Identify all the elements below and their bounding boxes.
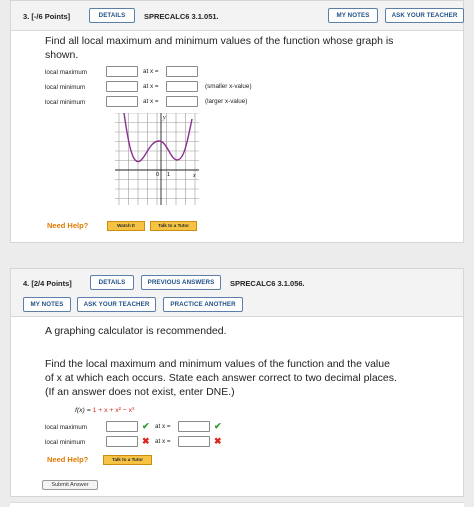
local-max-x-input[interactable] [178,421,210,432]
previous-answers-button[interactable]: PREVIOUS ANSWERS [141,275,221,290]
at-x-label: at x = [143,83,159,90]
practice-another-button[interactable]: PRACTICE ANOTHER [163,297,243,312]
correct-check-icon: ✔ [214,421,222,431]
my-notes-button[interactable]: MY NOTES [23,297,71,312]
details-button[interactable]: DETAILS [89,8,135,23]
question-prompt: Find the local maximum and minimum value… [45,358,397,398]
calculator-note: A graphing calculator is recommended. [45,325,227,337]
local-max-label: local maximum [45,69,87,76]
x-axis-label: x [192,173,196,179]
correct-check-icon: ✔ [142,421,150,431]
local-max-value-input[interactable] [106,421,138,432]
local-min-x-input[interactable] [178,436,210,447]
local-min-value-input[interactable] [106,436,138,447]
function-definition: f(x) = 1 + x + x² − x³ [75,407,135,414]
question-number: 4. [2/4 Points] [23,279,72,288]
at-x-label: at x = [155,423,171,430]
local-min2-x-input[interactable] [166,96,198,107]
question-3-card: 3. [-/6 Points] DETAILS SPRECALC6 3.1.05… [10,0,464,243]
question-code: SPRECALC6 3.1.051. [144,12,219,21]
question-code: SPRECALC6 3.1.056. [230,279,305,288]
question-4-card: 4. [2/4 Points] DETAILS PREVIOUS ANSWERS… [10,268,464,497]
local-max-value-input[interactable] [106,66,138,77]
local-min2-value-input[interactable] [106,96,138,107]
local-min1-value-input[interactable] [106,81,138,92]
talk-to-tutor-button[interactable]: Talk to a Tutor [103,455,152,465]
talk-to-tutor-button[interactable]: Talk to a Tutor [150,221,197,231]
at-x-label: at x = [155,438,171,445]
my-notes-button[interactable]: MY NOTES [328,8,378,23]
at-x-label: at x = [143,68,159,75]
question-prompt: Find all local maximum and minimum value… [45,35,394,61]
function-graph: y x 0 1 [115,113,199,205]
local-min-label: local minimum [45,439,86,446]
origin-label: 0 [156,172,159,178]
question-number: 3. [-/6 Points] [23,12,71,21]
function-curve [123,113,193,163]
local-min1-x-input[interactable] [166,81,198,92]
at-x-label: at x = [143,98,159,105]
ask-teacher-button[interactable]: ASK YOUR TEACHER [385,8,464,23]
watch-it-button[interactable]: Watch It [107,221,145,231]
ask-teacher-button[interactable]: ASK YOUR TEACHER [77,297,156,312]
local-max-label: local maximum [45,424,87,431]
incorrect-x-icon: ✖ [142,436,150,446]
need-help-label: Need Help? [47,221,89,230]
submit-answer-button[interactable]: Submit Answer [42,480,98,490]
local-min-label: local minimum [45,84,86,91]
y-axis-label: y [162,115,166,121]
next-question-card [10,502,464,507]
larger-x-note: (larger x-value) [205,98,248,105]
local-min-label: local minimum [45,99,86,106]
need-help-label: Need Help? [47,455,89,464]
local-max-x-input[interactable] [166,66,198,77]
incorrect-x-icon: ✖ [214,436,222,446]
tick-one-label: 1 [167,172,170,178]
smaller-x-note: (smaller x-value) [205,83,252,90]
details-button[interactable]: DETAILS [90,275,134,290]
